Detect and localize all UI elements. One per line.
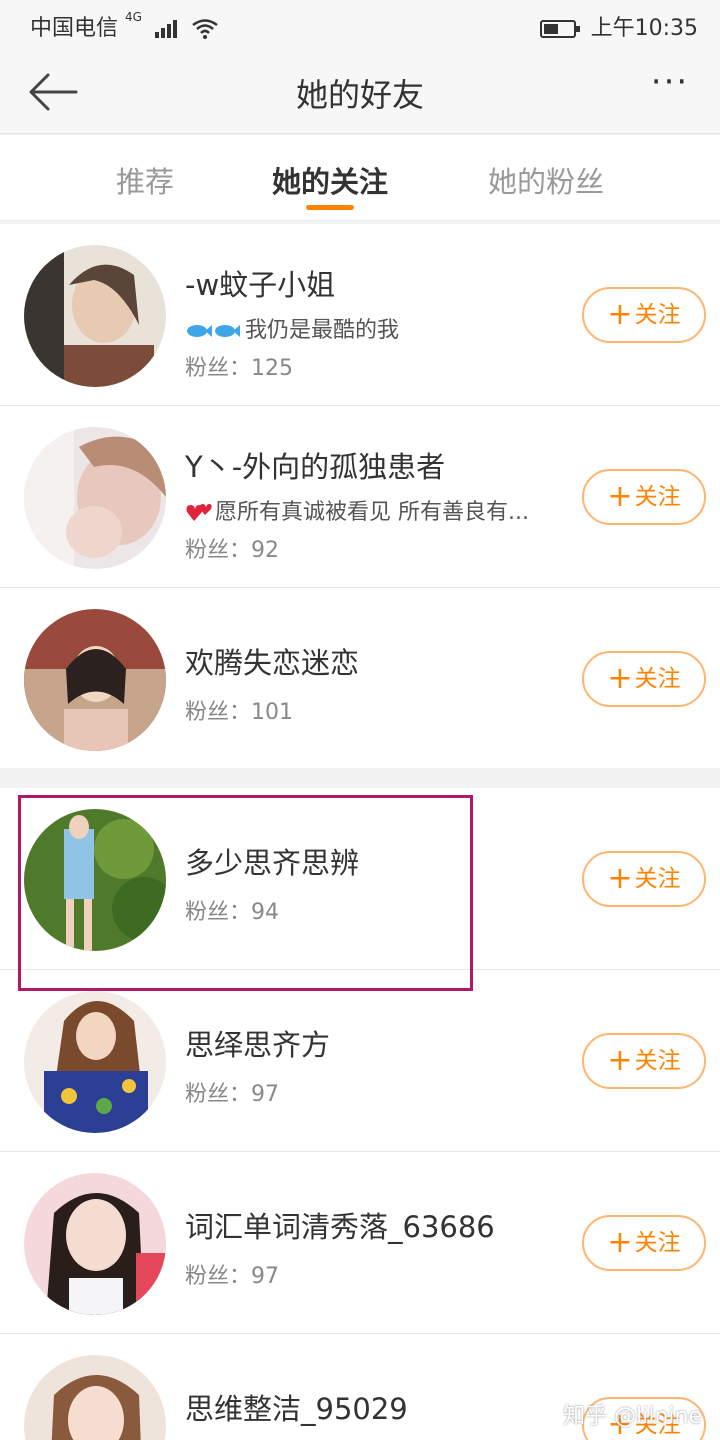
- clock: 上午10:35: [590, 16, 698, 41]
- more-button[interactable]: ···: [640, 65, 700, 114]
- user-name[interactable]: Y丶-外向的孤独患者: [185, 444, 445, 486]
- tab-recommend[interactable]: 推荐: [100, 159, 190, 201]
- follow-label: 关注: [634, 1048, 681, 1074]
- follow-button[interactable]: +关注: [582, 851, 706, 907]
- page-title: 她的好友: [295, 76, 424, 114]
- status-left: 中国电信 4G: [30, 10, 218, 42]
- highlight-box: [18, 795, 473, 991]
- bio-text: 我仍是最酷的我: [245, 318, 400, 343]
- list-item[interactable]: 词汇单词清秀落_63686 粉丝：97 +关注: [0, 1152, 720, 1334]
- user-bio: 愿所有真诚被看见 所有善良有...: [185, 494, 529, 526]
- follow-label: 关注: [634, 1230, 681, 1256]
- fans-count: 粉丝：92: [185, 538, 279, 563]
- follow-label: 关注: [634, 666, 681, 692]
- follow-label: 关注: [634, 302, 681, 328]
- tab-her-following[interactable]: 她的关注: [260, 159, 400, 201]
- list-item[interactable]: 思绎思齐方 粉丝：97 +关注: [0, 970, 720, 1152]
- bio-text: 愿所有真诚被看见 所有善良有...: [215, 500, 529, 525]
- tab-her-fans[interactable]: 她的粉丝: [476, 159, 616, 201]
- follow-button[interactable]: +关注: [582, 1215, 706, 1271]
- section-gap: [0, 768, 720, 788]
- avatar[interactable]: [24, 991, 166, 1133]
- user-name[interactable]: 思维整洁_95029: [185, 1386, 408, 1428]
- fish-icon: [187, 325, 240, 337]
- plus-icon: +: [607, 479, 633, 514]
- active-tab-indicator: [306, 205, 354, 210]
- carrier-label: 中国电信: [30, 16, 119, 41]
- user-name[interactable]: 词汇单词清秀落_63686: [185, 1204, 495, 1246]
- network-label: 4G: [125, 10, 142, 24]
- list-item[interactable]: -w蚊子小姐 我仍是最酷的我 粉丝：125 +关注: [0, 224, 720, 406]
- fans-count: 粉丝：97: [185, 1082, 279, 1107]
- signal-icon: [154, 20, 177, 38]
- list-item[interactable]: Y丶-外向的孤独患者 愿所有真诚被看见 所有善良有... 粉丝：92 +关注: [0, 406, 720, 588]
- more-icon: ···: [650, 62, 690, 102]
- follow-button[interactable]: +关注: [582, 1033, 706, 1089]
- follow-label: 关注: [634, 484, 681, 510]
- user-name[interactable]: 思绎思齐方: [185, 1022, 330, 1064]
- battery-icon: [539, 20, 580, 38]
- watermark: 知乎 @lilnine: [563, 1404, 702, 1429]
- fans-count: 粉丝：97: [185, 1264, 279, 1289]
- user-name[interactable]: -w蚊子小姐: [185, 262, 335, 304]
- status-right: 上午10:35: [539, 10, 698, 42]
- follow-button[interactable]: +关注: [582, 469, 706, 525]
- avatar[interactable]: [24, 609, 166, 751]
- user-name[interactable]: 欢腾失恋迷恋: [185, 640, 359, 682]
- plus-icon: +: [607, 661, 633, 696]
- follow-label: 关注: [634, 866, 681, 892]
- nav-bar: 她的好友 ···: [0, 50, 720, 134]
- avatar[interactable]: [24, 1173, 166, 1315]
- plus-icon: +: [607, 297, 633, 332]
- list-item[interactable]: 欢腾失恋迷恋 粉丝：101 +关注: [0, 588, 720, 770]
- fans-count: 粉丝：101: [185, 700, 293, 725]
- follow-button[interactable]: +关注: [582, 287, 706, 343]
- user-bio: 我仍是最酷的我: [185, 312, 399, 344]
- hearts-icon: [186, 504, 212, 521]
- plus-icon: +: [607, 1225, 633, 1260]
- follow-button[interactable]: +关注: [582, 651, 706, 707]
- avatar[interactable]: [24, 245, 166, 387]
- tab-bar: 推荐 她的关注 她的粉丝: [0, 135, 720, 221]
- wifi-icon: [192, 19, 218, 39]
- status-bar: 中国电信 4G 上午10:35: [0, 0, 720, 50]
- avatar[interactable]: [24, 427, 166, 569]
- fans-count: 粉丝：125: [185, 356, 293, 381]
- plus-icon: +: [607, 861, 633, 896]
- plus-icon: +: [607, 1043, 633, 1078]
- avatar[interactable]: [24, 1355, 166, 1440]
